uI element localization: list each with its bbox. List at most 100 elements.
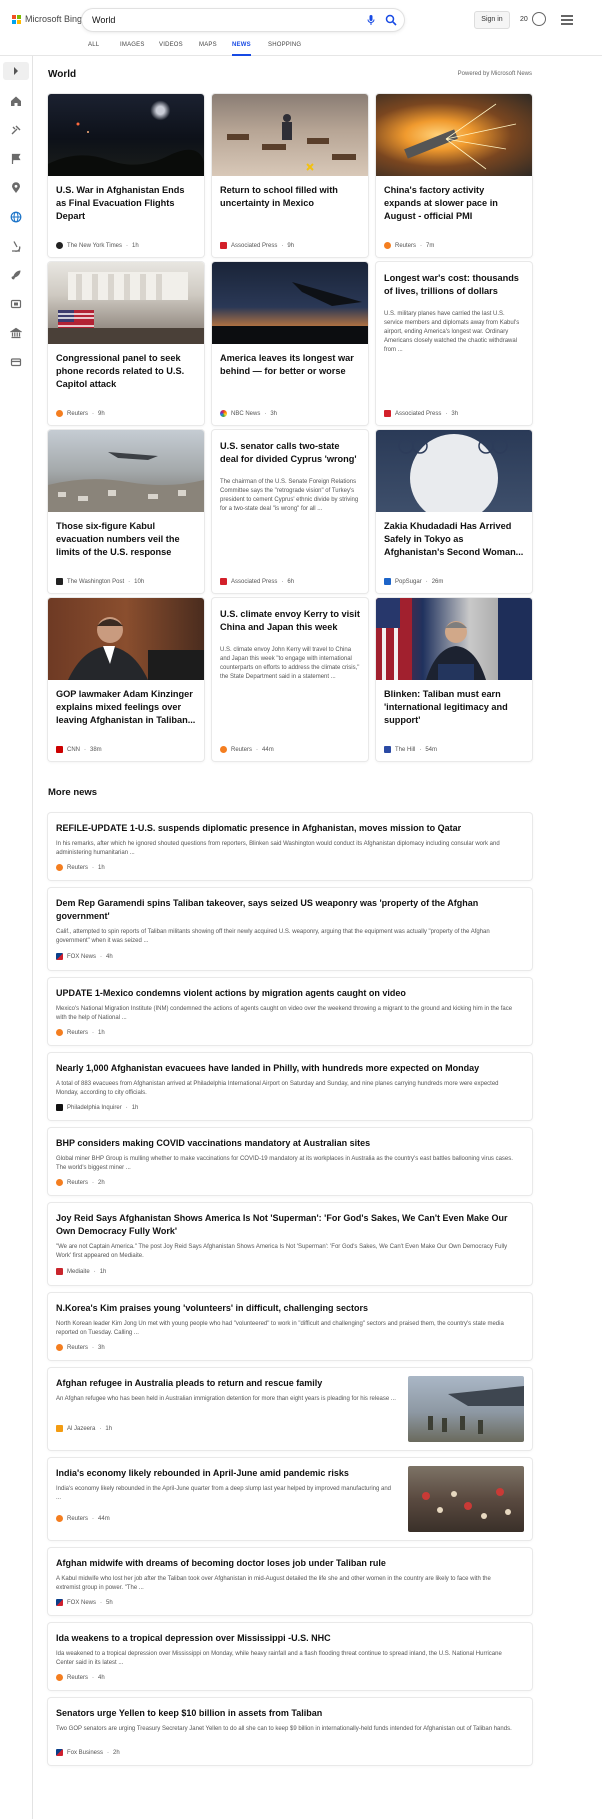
news-card[interactable]: America leaves its longest war behind — … xyxy=(212,262,368,425)
news-headline[interactable]: UPDATE 1-Mexico condemns violent actions… xyxy=(56,987,516,1000)
fox-business-logo-icon xyxy=(56,1749,63,1756)
news-list-item[interactable]: India's economy likely rebounded in Apri… xyxy=(48,1458,532,1540)
news-card[interactable]: U.S. climate envoy Kerry to visit China … xyxy=(212,598,368,761)
tools-icon[interactable] xyxy=(10,123,22,135)
card-headline[interactable]: Zakia Khudadadi Has Arrived Safely in To… xyxy=(384,520,524,559)
news-list-item[interactable]: Afghan midwife with dreams of becoming d… xyxy=(48,1548,532,1615)
news-card[interactable]: Zakia Khudadadi Has Arrived Safely in To… xyxy=(376,430,532,593)
news-summary: Global miner BHP Group is mulling whethe… xyxy=(56,1156,513,1171)
news-list-item[interactable]: Senators urge Yellen to keep $10 billion… xyxy=(48,1698,532,1765)
rewards-points: 20 xyxy=(520,16,528,23)
news-list-item[interactable]: UPDATE 1-Mexico condemns violent actions… xyxy=(48,978,532,1045)
card-headline[interactable]: Blinken: Taliban must earn 'internationa… xyxy=(384,688,524,727)
news-image-tokyo-2020-sphere xyxy=(376,430,532,512)
news-headline[interactable]: Ida weakens to a tropical depression ove… xyxy=(56,1632,516,1645)
news-list-item[interactable]: BHP considers making COVID vaccinations … xyxy=(48,1128,532,1195)
globe-icon[interactable] xyxy=(10,210,22,223)
news-headline[interactable]: N.Korea's Kim praises young 'volunteers'… xyxy=(56,1302,516,1315)
news-summary: "We are not Captain America." The post J… xyxy=(56,1244,508,1259)
news-source: Reuters · 1h xyxy=(56,1029,105,1036)
rocket-icon[interactable] xyxy=(10,268,22,280)
news-source: Reuters · 44m xyxy=(56,1515,110,1522)
tab-videos[interactable]: VIDEOS xyxy=(159,38,183,54)
card-source: Reuters · 44m xyxy=(220,746,274,753)
news-list-item[interactable]: Afghan refugee in Australia pleads to re… xyxy=(48,1368,532,1450)
location-pin-icon[interactable] xyxy=(10,181,22,193)
news-headline[interactable]: Joy Reid Says Afghanistan Shows America … xyxy=(56,1212,516,1238)
microscope-icon[interactable] xyxy=(10,239,22,252)
news-card[interactable]: Those six-figure Kabul evacuation number… xyxy=(48,430,204,593)
bank-icon[interactable] xyxy=(9,326,23,339)
card-headline[interactable]: Return to school filled with uncertainty… xyxy=(220,184,360,210)
microphone-icon[interactable] xyxy=(365,14,377,26)
card-summary: The chairman of the U.S. Senate Foreign … xyxy=(220,479,359,512)
news-list-item[interactable]: Ida weakens to a tropical depression ove… xyxy=(48,1623,532,1690)
card-headline[interactable]: America leaves its longest war behind — … xyxy=(220,352,360,378)
hamburger-menu-icon[interactable] xyxy=(561,15,573,25)
home-icon[interactable] xyxy=(10,94,22,106)
news-card[interactable]: Return to school filled with uncertainty… xyxy=(212,94,368,257)
top-header: Microsoft Bing Sign in 20 ALL IMAGES VID… xyxy=(0,0,602,56)
sign-in-button[interactable]: Sign in xyxy=(474,11,510,29)
news-source: Philadelphia Inquirer · 1h xyxy=(56,1104,138,1111)
news-card[interactable]: Congressional panel to seek phone record… xyxy=(48,262,204,425)
card-headline[interactable]: China's factory activity expands at slow… xyxy=(384,184,524,223)
tab-maps[interactable]: MAPS xyxy=(199,38,217,54)
bing-logo[interactable]: Microsoft Bing xyxy=(12,14,82,24)
news-headline[interactable]: Afghan refugee in Australia pleads to re… xyxy=(56,1377,396,1390)
card-headline[interactable]: U.S. climate envoy Kerry to visit China … xyxy=(220,608,360,634)
card-headline[interactable]: GOP lawmaker Adam Kinzinger explains mix… xyxy=(56,688,196,727)
al-jazeera-logo-icon xyxy=(56,1425,63,1432)
tab-images[interactable]: IMAGES xyxy=(120,38,145,54)
news-summary: Mexico's National Migration Institute (I… xyxy=(56,1006,513,1021)
card-headline[interactable]: U.S. senator calls two-state deal for di… xyxy=(220,440,360,466)
card-headline[interactable]: Longest war's cost: thousands of lives, … xyxy=(384,272,524,298)
card-headline[interactable]: Congressional panel to seek phone record… xyxy=(56,352,196,391)
news-card[interactable]: Longest war's cost: thousands of lives, … xyxy=(376,262,532,425)
news-card[interactable]: China's factory activity expands at slow… xyxy=(376,94,532,257)
news-card[interactable]: U.S. War in Afghanistan Ends as Final Ev… xyxy=(48,94,204,257)
news-summary: An Afghan refugee who has been held in A… xyxy=(56,1396,396,1402)
news-list-item[interactable]: N.Korea's Kim praises young 'volunteers'… xyxy=(48,1293,532,1360)
card-source: Associated Press · 3h xyxy=(384,410,458,417)
card-icon[interactable] xyxy=(10,355,22,367)
news-headline[interactable]: Dem Rep Garamendi spins Taliban takeover… xyxy=(56,897,516,923)
news-list-item[interactable]: Dem Rep Garamendi spins Taliban takeover… xyxy=(48,888,532,970)
news-card[interactable]: GOP lawmaker Adam Kinzinger explains mix… xyxy=(48,598,204,761)
search-input[interactable] xyxy=(92,13,352,27)
news-card[interactable]: Blinken: Taliban must earn 'internationa… xyxy=(376,598,532,761)
tab-news[interactable]: NEWS xyxy=(232,38,251,56)
tab-shopping[interactable]: SHOPPING xyxy=(268,38,301,54)
news-headline[interactable]: Senators urge Yellen to keep $10 billion… xyxy=(56,1707,516,1720)
mediaite-logo-icon xyxy=(56,1268,63,1275)
fox-news-logo-icon xyxy=(56,953,63,960)
search-icon[interactable] xyxy=(385,14,397,26)
card-headline[interactable]: Those six-figure Kabul evacuation number… xyxy=(56,520,196,559)
tab-all[interactable]: ALL xyxy=(88,38,99,54)
card-headline[interactable]: U.S. War in Afghanistan Ends as Final Ev… xyxy=(56,184,196,223)
reuters-logo-icon xyxy=(56,410,63,417)
news-headline[interactable]: Afghan midwife with dreams of becoming d… xyxy=(56,1557,516,1570)
news-source: Reuters · 2h xyxy=(56,1179,105,1186)
news-card[interactable]: U.S. senator calls two-state deal for di… xyxy=(212,430,368,593)
card-source: Reuters · 7m xyxy=(384,242,434,249)
news-headline[interactable]: Nearly 1,000 Afghanistan evacuees have l… xyxy=(56,1062,516,1075)
news-list-item[interactable]: Nearly 1,000 Afghanistan evacuees have l… xyxy=(48,1053,532,1120)
reuters-logo-icon xyxy=(56,1674,63,1681)
film-icon[interactable] xyxy=(10,297,22,309)
nyt-logo-icon xyxy=(56,242,63,249)
news-source: Reuters · 4h xyxy=(56,1674,105,1681)
flag-icon[interactable] xyxy=(10,152,22,164)
news-list-item[interactable]: REFILE-UPDATE 1-U.S. suspends diplomatic… xyxy=(48,813,532,880)
card-source: Associated Press · 6h xyxy=(220,578,294,585)
news-headline[interactable]: BHP considers making COVID vaccinations … xyxy=(56,1137,516,1150)
news-headline[interactable]: REFILE-UPDATE 1-U.S. suspends diplomatic… xyxy=(56,822,516,835)
news-summary: Two GOP senators are urging Treasury Sec… xyxy=(56,1726,512,1732)
news-headline[interactable]: India's economy likely rebounded in Apri… xyxy=(56,1467,396,1480)
ap-logo-icon xyxy=(220,242,227,249)
news-image-capitol-crowd xyxy=(48,262,204,344)
rewards-trophy-icon[interactable] xyxy=(532,12,546,26)
news-list-item[interactable]: Joy Reid Says Afghanistan Shows America … xyxy=(48,1203,532,1285)
card-source: PopSugar · 26m xyxy=(384,578,443,585)
sidebar-expand-button[interactable] xyxy=(3,62,29,80)
